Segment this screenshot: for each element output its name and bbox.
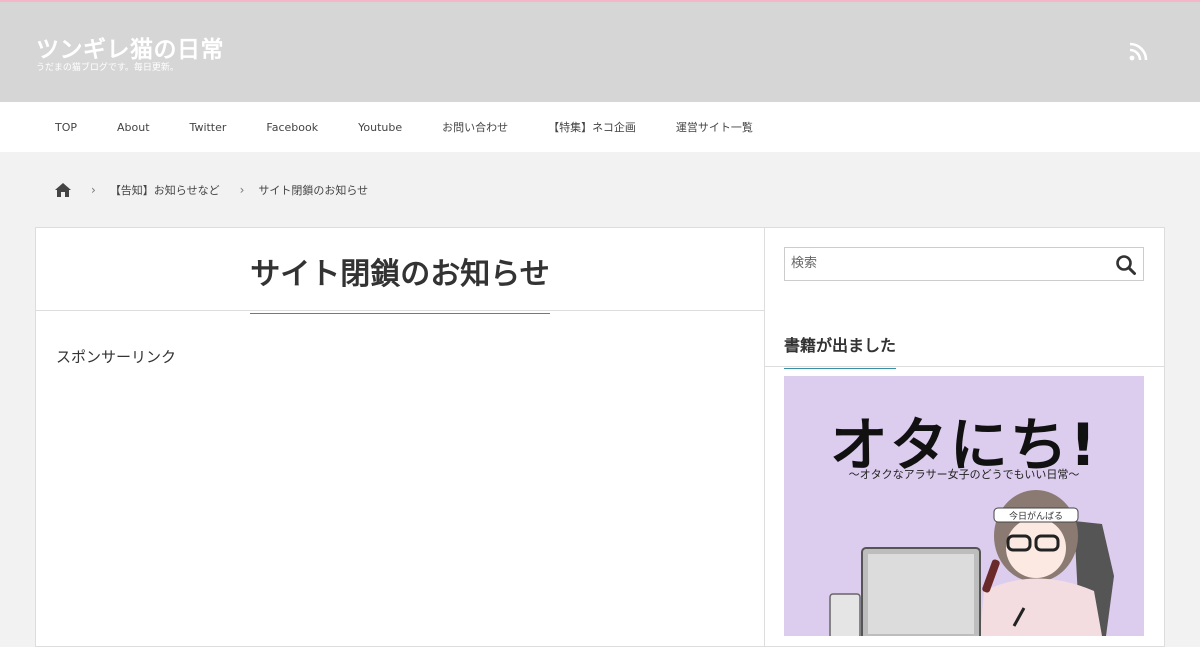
site-header: ツンギレ猫の日常 うだまの猫ブログです。毎日更新。 xyxy=(0,2,1200,102)
nav-item-contact[interactable]: お問い合わせ xyxy=(442,119,508,135)
breadcrumb-current: サイト閉鎖のお知らせ xyxy=(258,183,369,197)
site-title[interactable]: ツンギレ猫の日常 xyxy=(36,30,224,64)
nav-item-sites[interactable]: 運営サイト一覧 xyxy=(676,119,753,135)
nav-item-twitter[interactable]: Twitter xyxy=(190,121,227,134)
book-cover-image[interactable]: オタにち! 〜オタクなアラサー女子のどうでもいい日常〜 今日がんばる xyxy=(784,376,1144,636)
post-header: サイト閉鎖のお知らせ xyxy=(36,228,764,314)
breadcrumb-category[interactable]: 【告知】お知らせなど xyxy=(110,182,220,198)
main-content: サイト閉鎖のお知らせ スポンサーリンク xyxy=(35,227,765,647)
sponsor-label: スポンサーリンク xyxy=(56,348,177,366)
rss-icon[interactable] xyxy=(1128,42,1148,62)
chevron-right-icon: › xyxy=(91,182,96,197)
widget-title: 書籍が出ました xyxy=(784,332,897,369)
nav-item-top[interactable]: TOP xyxy=(55,121,77,134)
search-box xyxy=(784,247,1144,281)
site-description: うだまの猫ブログです。毎日更新。 xyxy=(36,63,179,73)
main-nav: TOP About Twitter Facebook Youtube お問い合わ… xyxy=(0,102,1200,152)
book-illustration: 今日がんばる xyxy=(829,490,1114,636)
breadcrumb: › 【告知】お知らせなど › サイト閉鎖のお知らせ xyxy=(0,152,1200,227)
nav-item-feature[interactable]: 【特集】ネコ企画 xyxy=(548,119,636,135)
sidebar: 書籍が出ました オタにち! 〜オタクなアラサー女子のどうでもいい日常〜 今日がん… xyxy=(765,227,1165,647)
chevron-right-icon: › xyxy=(239,182,245,197)
search-input[interactable] xyxy=(785,248,1117,278)
home-icon[interactable] xyxy=(55,182,71,197)
search-icon[interactable] xyxy=(1115,254,1137,276)
nav-item-facebook[interactable]: Facebook xyxy=(266,121,318,134)
widget-header: 書籍が出ました xyxy=(765,326,1165,369)
nav-item-youtube[interactable]: Youtube xyxy=(358,121,402,134)
nav-item-about[interactable]: About xyxy=(117,121,150,134)
post-title: サイト閉鎖のお知らせ xyxy=(250,249,550,314)
headband-text: 今日がんばる xyxy=(1009,510,1063,522)
